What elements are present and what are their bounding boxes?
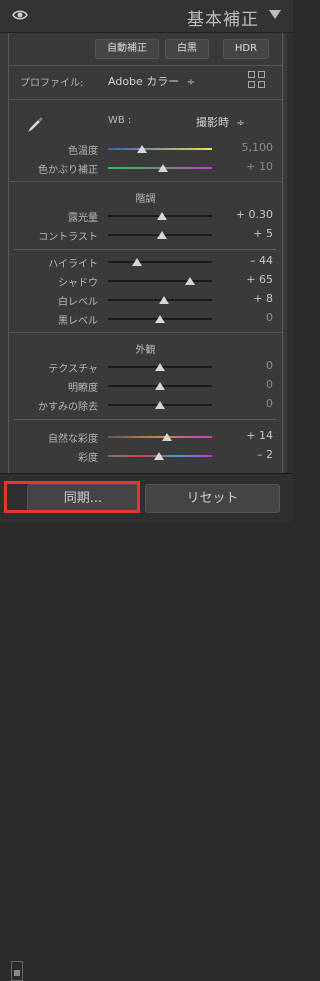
slider-label: 色かぶり補正	[38, 165, 98, 176]
divider	[8, 332, 283, 333]
slider-label: シャドウ	[58, 278, 98, 289]
slider-value[interactable]: – 2	[257, 448, 273, 461]
panel-title: 基本補正	[187, 10, 259, 30]
slider-thumb[interactable]	[132, 258, 143, 266]
auto-sync-toggle[interactable]	[11, 961, 23, 981]
black-white-button[interactable]: 白黒	[165, 39, 209, 59]
slider-value[interactable]: + 0.30	[236, 208, 273, 221]
auto-tone-button[interactable]: 自動補正	[95, 39, 159, 59]
slider-value[interactable]: + 10	[246, 160, 273, 173]
slider-label: テクスチャ	[48, 364, 98, 375]
slider-value[interactable]: 0	[266, 397, 273, 410]
tone-section-title: 階調	[135, 194, 156, 205]
hdr-button[interactable]: HDR	[223, 39, 269, 59]
panel-header[interactable]: 基本補正	[0, 0, 293, 33]
chevron-updown-icon: ÷	[236, 118, 245, 129]
slider-value[interactable]: + 5	[253, 227, 273, 240]
profile-browser-grid-icon[interactable]	[248, 71, 266, 89]
slider-label: 自然な彩度	[48, 434, 98, 445]
divider	[8, 181, 283, 182]
slider-thumb[interactable]	[155, 315, 165, 323]
presence-section-title: 外観	[135, 345, 156, 356]
slider-track[interactable]	[108, 436, 212, 438]
highlight-box	[4, 481, 140, 513]
divider	[14, 419, 276, 420]
wb-label: WB :	[108, 115, 132, 126]
slider-label: 彩度	[78, 453, 98, 464]
eyedropper-icon[interactable]	[24, 110, 50, 136]
slider-value[interactable]: + 65	[246, 273, 273, 286]
scrollbar[interactable]	[287, 33, 293, 473]
slider-thumb[interactable]	[157, 212, 168, 220]
slider-value[interactable]: 5,100	[242, 141, 274, 154]
slider-value[interactable]: + 14	[246, 429, 273, 442]
divider	[8, 65, 283, 66]
slider-value[interactable]: 0	[266, 311, 273, 324]
slider-value[interactable]: + 8	[253, 292, 273, 305]
slider-label: ハイライト	[48, 259, 98, 270]
slider-thumb[interactable]	[157, 231, 168, 239]
slider-value[interactable]: 0	[266, 359, 273, 372]
wb-value: 撮影時	[196, 116, 229, 129]
profile-label: プロファイル:	[20, 78, 84, 89]
slider-label: 白レベル	[58, 297, 98, 308]
slider-thumb[interactable]	[153, 452, 164, 460]
slider-thumb[interactable]	[185, 277, 196, 285]
slider-track[interactable]	[108, 148, 212, 150]
divider	[14, 249, 276, 250]
reset-button[interactable]: リセット	[145, 484, 280, 513]
profile-dropdown[interactable]: Adobe カラー ÷	[108, 73, 195, 89]
basic-panel: 基本補正 自動補正 白黒 HDR プロファイル: Adobe カラー ÷ WB …	[0, 0, 293, 981]
slider-thumb[interactable]	[159, 296, 170, 304]
slider-thumb[interactable]	[155, 363, 165, 371]
slider-thumb[interactable]	[155, 382, 165, 390]
slider-label: かすみの除去	[38, 402, 98, 413]
chevron-updown-icon: ÷	[186, 77, 196, 88]
slider-value[interactable]: – 44	[250, 254, 273, 267]
divider	[8, 99, 283, 100]
profile-value: Adobe カラー	[108, 75, 180, 88]
slider-label: 明瞭度	[68, 383, 98, 394]
eye-icon[interactable]	[12, 9, 28, 21]
slider-label: 色温度	[68, 146, 98, 157]
slider-label: 露光量	[68, 213, 98, 224]
collapse-triangle-icon[interactable]	[269, 10, 281, 19]
slider-track[interactable]	[108, 261, 212, 263]
wb-dropdown[interactable]: 撮影時 ÷	[196, 114, 245, 130]
slider-thumb[interactable]	[137, 145, 148, 153]
slider-thumb[interactable]	[155, 401, 165, 409]
toggle-indicator	[14, 970, 20, 976]
slider-thumb[interactable]	[162, 433, 173, 441]
slider-label: 黒レベル	[58, 316, 98, 327]
slider-track[interactable]	[108, 280, 212, 282]
slider-thumb[interactable]	[158, 164, 169, 172]
slider-label: コントラスト	[38, 232, 98, 243]
slider-value[interactable]: 0	[266, 378, 273, 391]
